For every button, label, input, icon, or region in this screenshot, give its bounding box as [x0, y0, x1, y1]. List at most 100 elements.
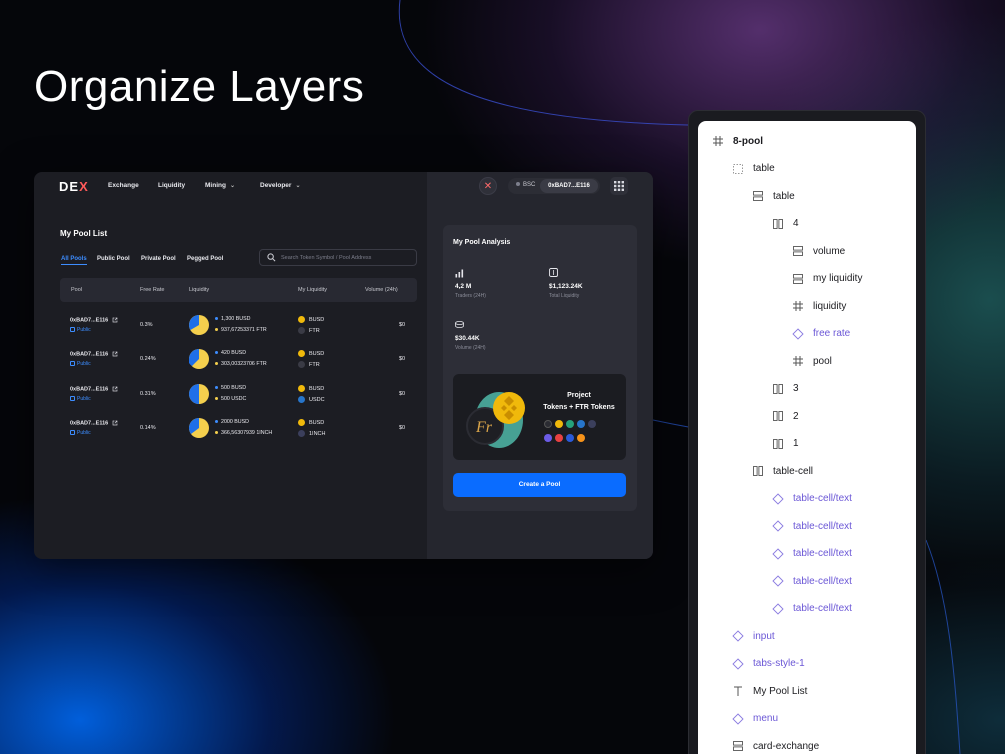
liquidity-token-2: 303,00323706 FTR [215, 361, 267, 367]
layer-item[interactable]: table-cell/text [772, 571, 852, 591]
pool-address-text: 0xBAD7...E116 [70, 351, 109, 358]
visibility-badge: Public [70, 361, 91, 367]
my-liquidity-token-2: 1INCH [298, 430, 326, 437]
nav-liquidity[interactable]: Liquidity [158, 182, 185, 189]
token-symbol: FTR [309, 361, 320, 368]
layer-item[interactable]: table-cell/text [772, 489, 852, 509]
usdc-icon [298, 396, 305, 403]
layer-item[interactable]: input [732, 626, 775, 646]
nav-mining[interactable]: Mining ⌄ [205, 182, 235, 189]
component-icon [792, 327, 804, 340]
layer-item[interactable]: 4 [772, 214, 799, 234]
table-row[interactable]: 0xBAD7...E116 Public 0.14% 2000 BUSD 366… [60, 411, 417, 445]
dex-logo[interactable]: DEX [59, 179, 89, 194]
rows-icon [793, 273, 803, 284]
layer-name: table-cell/text [793, 603, 852, 614]
svg-text:Fr: Fr [475, 419, 493, 436]
visibility-text: Public [77, 327, 91, 333]
nav-developer[interactable]: Developer ⌄ [260, 182, 300, 189]
tab-public-pool[interactable]: Public Pool [97, 256, 130, 262]
layer-name: 1 [793, 438, 799, 449]
component-icon [732, 630, 744, 642]
stat-volume-label: Volume (24H) [455, 345, 486, 351]
external-link-icon [112, 317, 118, 323]
layer-item[interactable]: table [752, 186, 795, 206]
tab-pegged-pool[interactable]: Pegged Pool [187, 256, 223, 262]
table-row[interactable]: 0xBAD7...E116 Public 0.24% 420 BUSD 303,… [60, 342, 417, 376]
layer-name: tabs-style-1 [753, 658, 805, 669]
network-selector[interactable]: BSC [516, 182, 535, 188]
layer-name: pool [813, 355, 832, 367]
free-rate: 0.3% [140, 322, 153, 328]
bullet-icon [215, 397, 218, 401]
free-rate: 0.31% [140, 391, 156, 397]
layer-item[interactable]: My Pool List [732, 681, 807, 701]
chevron-down-icon: ⌄ [295, 183, 301, 189]
layer-item[interactable]: pool [792, 351, 832, 371]
1inch-icon [298, 430, 305, 437]
layer-item[interactable]: table-cell/text [772, 544, 852, 564]
layer-item[interactable]: my liquidity [792, 269, 862, 289]
token-icon-row-2 [544, 434, 585, 442]
layer-item[interactable]: table-cell/text [772, 516, 852, 536]
bullet-icon [215, 431, 218, 435]
brand-x-button[interactable]: ✕ [479, 177, 497, 195]
1inch-coin-icon [588, 420, 596, 428]
pool-address-text: 0xBAD7...E116 [70, 420, 109, 427]
pool-address[interactable]: 0xBAD7...E116 [70, 420, 118, 426]
stat-traders-value: 4,2 M [455, 283, 472, 290]
x-logo-icon: ✕ [483, 180, 493, 192]
layer-name: menu [753, 713, 779, 724]
column-header: Volume (24h) [365, 287, 398, 293]
layer-item[interactable]: liquidity [792, 296, 846, 316]
link-coin-icon [566, 434, 574, 442]
apps-grid-button[interactable] [610, 177, 628, 195]
layer-item[interactable]: table [732, 159, 775, 179]
layer-item[interactable]: card-exchange [732, 736, 819, 754]
layer-item[interactable]: menu [732, 709, 778, 729]
visibility-badge: Public [70, 430, 91, 436]
my-liquidity-token-2: USDC [298, 396, 325, 403]
logo-text: DE [59, 179, 80, 194]
project-tokens-banner: Fr Project Tokens + FTR Tokens [453, 374, 626, 460]
layer-item[interactable]: 3 [772, 379, 799, 399]
layer-item[interactable]: 1 [772, 434, 799, 454]
table-header: Pool Free Rate Liquidity My Liquidity Vo… [60, 278, 417, 302]
table-row[interactable]: 0xBAD7...E116 Public 0.3% 1,300 BUSD 937… [60, 308, 417, 342]
pool-address[interactable]: 0xBAD7...E116 [70, 351, 118, 357]
liquidity-pie-chart [189, 349, 209, 369]
bullet-icon [215, 351, 218, 355]
layer-name: free rate [813, 328, 851, 339]
external-link-icon [112, 386, 118, 392]
create-pool-button[interactable]: Create a Pool [453, 473, 626, 497]
layer-name: table-cell/text [793, 548, 852, 559]
component-icon [772, 547, 784, 560]
liquidity-token-1: 1,300 BUSD [215, 316, 250, 322]
volume-24h: $0 [399, 322, 406, 328]
nav-label: Developer [260, 182, 292, 189]
layer-item[interactable]: tabs-style-1 [732, 654, 805, 674]
ftr-icon [298, 327, 305, 334]
pool-address[interactable]: 0xBAD7...E116 [70, 386, 118, 392]
layer-item[interactable]: table-cell/text [772, 599, 852, 619]
table-row[interactable]: 0xBAD7...E116 Public 0.31% 500 BUSD 500 … [60, 377, 417, 411]
layer-item[interactable]: free rate [792, 324, 850, 344]
layer-item[interactable]: 2 [772, 406, 799, 426]
layer-item[interactable]: table-cell [752, 461, 813, 481]
nav-exchange[interactable]: Exchange [108, 182, 139, 189]
layer-item[interactable]: volume [792, 241, 845, 261]
wallet-address[interactable]: 0xBAD7...E116 [540, 179, 598, 193]
layer-item[interactable]: 8-pool [712, 131, 763, 151]
liquidity-amount: 500 USDC [221, 396, 247, 402]
liquidity-pie-chart [189, 418, 209, 438]
layer-name: input [753, 630, 775, 642]
analysis-title: My Pool Analysis [453, 239, 511, 246]
pool-address[interactable]: 0xBAD7...E116 [70, 317, 118, 323]
layer-name: table [773, 190, 795, 202]
tab-private-pool[interactable]: Private Pool [141, 256, 176, 262]
network-wallet-pill[interactable]: BSC 0xBAD7...E116 [508, 178, 600, 194]
column-header: Free Rate [140, 287, 165, 293]
stat-liquidity-value: $1,123.24K [549, 283, 583, 290]
search-input[interactable]: Search Token Symbol / Pool Address [259, 249, 417, 266]
tab-all-pools[interactable]: All Pools [61, 256, 87, 265]
